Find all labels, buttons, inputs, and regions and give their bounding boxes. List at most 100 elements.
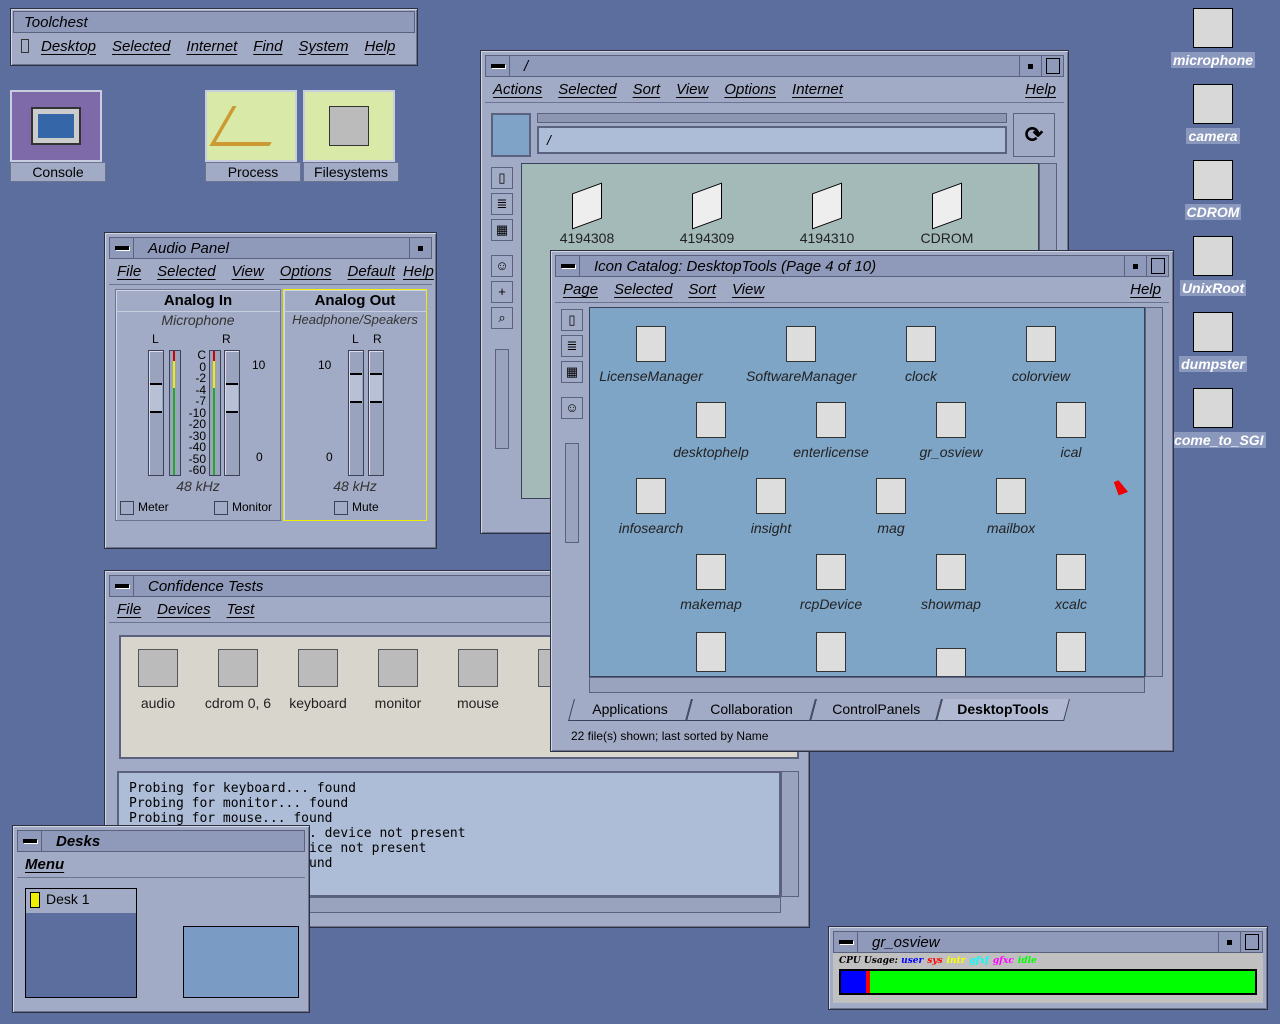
audio-titlebar[interactable]: Audio Panel [109, 237, 432, 259]
column-view-icon[interactable]: ▦ [491, 219, 513, 241]
minimize-button[interactable] [1218, 932, 1240, 952]
catalog-item-insight[interactable]: insight [716, 478, 826, 536]
menu-view[interactable]: View [232, 263, 264, 280]
analog-in-source[interactable]: Microphone [116, 312, 280, 328]
desktop-icon-console[interactable]: Console [10, 90, 106, 182]
open-folder-icon[interactable] [491, 113, 531, 157]
icon-view-icon[interactable]: ▯ [491, 167, 513, 189]
path-scrollbar[interactable] [537, 113, 1007, 123]
file-manager-titlebar[interactable]: / [485, 55, 1064, 77]
menu-selected[interactable]: Selected [157, 263, 215, 280]
refresh-icon[interactable]: ⟳ [1013, 113, 1055, 157]
window-menu-button[interactable] [834, 932, 858, 952]
catalog-item-enterlicense[interactable]: enterlicense [776, 402, 886, 460]
window-menu-button[interactable] [18, 831, 42, 851]
folder-item[interactable]: 4194308 [532, 182, 642, 246]
shrink-icon[interactable]: + [491, 281, 513, 303]
window-menu-button[interactable] [486, 56, 510, 76]
menu-actions[interactable]: Actions [493, 81, 542, 98]
catalog-item-mag[interactable]: mag [836, 478, 946, 536]
minimize-button[interactable] [1124, 256, 1146, 276]
menu-view[interactable]: View [732, 281, 764, 298]
menu-desktop[interactable]: Desktop [41, 38, 96, 55]
icon-view-icon[interactable]: ▯ [561, 309, 583, 331]
output-left-fader[interactable] [348, 350, 364, 476]
desktop-icon-cdrom[interactable]: CDROM [1158, 160, 1268, 220]
desktop-icon-elcome_to_sgi[interactable]: elcome_to_SGI [1158, 388, 1268, 448]
menu-find[interactable]: Find [253, 38, 282, 55]
catalog-titlebar[interactable]: Icon Catalog: DesktopTools (Page 4 of 10… [555, 255, 1169, 277]
menu-sort[interactable]: Sort [688, 281, 716, 298]
maximize-button[interactable] [1146, 256, 1168, 276]
desktop-icon-filesystems[interactable]: Filesystems [303, 90, 399, 182]
monitor-checkbox[interactable]: Monitor [214, 500, 272, 515]
menu-view[interactable]: View [676, 81, 708, 98]
desktop-icon-unixroot[interactable]: UnixRoot [1158, 236, 1268, 296]
menu-selected[interactable]: Selected [614, 281, 672, 298]
catalog-item-infosearch[interactable]: infosearch [596, 478, 706, 536]
tab-applications[interactable]: Applications [568, 699, 692, 721]
catalog-item-mailbox[interactable]: mailbox [956, 478, 1066, 536]
catalog-item-makemap[interactable]: makemap [656, 554, 766, 612]
list-view-icon[interactable]: ≣ [561, 335, 583, 357]
zoom-icon[interactable]: ⌕ [491, 307, 513, 329]
menu-internet[interactable]: Internet [792, 81, 843, 98]
menu-devices[interactable]: Devices [157, 601, 210, 618]
face-icon[interactable]: ☺ [561, 397, 583, 419]
menu-options[interactable]: Options [280, 263, 332, 280]
size-slider[interactable] [495, 349, 509, 449]
size-slider[interactable] [565, 443, 579, 543]
analog-out-destination[interactable]: Headphone/Speakers [284, 312, 426, 327]
catalog-item-xcalc[interactable]: xcalc [1016, 554, 1126, 612]
tab-collaboration[interactable]: Collaboration [686, 699, 816, 721]
catalog-item-licensemanager[interactable]: LicenseManager [596, 326, 706, 384]
menu-help[interactable]: Help [403, 263, 434, 280]
desks-menu[interactable]: Menu [25, 856, 64, 873]
maximize-button[interactable] [1240, 932, 1262, 952]
partial-icon[interactable] [936, 648, 966, 676]
desktop-icon-process[interactable]: Process [205, 90, 301, 182]
input-right-fader[interactable] [224, 350, 240, 476]
face-icon[interactable]: ☺ [491, 255, 513, 277]
catalog-item-colorview[interactable]: colorview [986, 326, 1096, 384]
minimize-button[interactable] [1019, 56, 1041, 76]
menu-system[interactable]: System [298, 38, 348, 55]
mute-checkbox[interactable]: Mute [334, 500, 379, 515]
menu-page[interactable]: Page [563, 281, 598, 298]
osview-titlebar[interactable]: gr_osview [833, 931, 1263, 953]
partial-icon[interactable] [1056, 632, 1086, 672]
menu-internet[interactable]: Internet [186, 38, 237, 55]
catalog-vertical-scrollbar[interactable] [1145, 307, 1163, 677]
partial-icon[interactable] [816, 632, 846, 672]
meter-checkbox[interactable]: Meter [120, 500, 169, 515]
desktop-icon-camera[interactable]: camera [1158, 84, 1268, 144]
window-menu-button[interactable] [556, 256, 580, 276]
menu-help[interactable]: Help [1025, 81, 1056, 98]
catalog-item-gr_osview[interactable]: gr_osview [896, 402, 1006, 460]
catalog-item-ical[interactable]: ical [1016, 402, 1126, 460]
menu-file[interactable]: File [117, 263, 141, 280]
menu-help[interactable]: Help [364, 38, 395, 55]
menu-options[interactable]: Options [724, 81, 776, 98]
tab-controlpanels[interactable]: ControlPanels [810, 699, 942, 721]
column-view-icon[interactable]: ▦ [561, 361, 583, 383]
maximize-button[interactable] [1041, 56, 1063, 76]
window-menu-button[interactable] [110, 238, 134, 258]
folder-item[interactable]: 4194310 [772, 182, 882, 246]
menu-selected[interactable]: Selected [112, 38, 170, 55]
desks-titlebar[interactable]: Desks [17, 830, 305, 852]
desktop-icon-dumpster[interactable]: dumpster [1158, 312, 1268, 372]
menu-selected[interactable]: Selected [558, 81, 616, 98]
input-left-fader[interactable] [148, 350, 164, 476]
desk-1-preview[interactable]: Desk 1 [25, 888, 137, 998]
partial-icon[interactable] [696, 632, 726, 672]
window-menu-button[interactable] [110, 576, 134, 596]
path-input[interactable]: / [537, 126, 1007, 154]
catalog-item-clock[interactable]: clock [866, 326, 976, 384]
folder-item[interactable]: 4194309 [652, 182, 762, 246]
menu-test[interactable]: Test [227, 601, 255, 618]
catalog-item-desktophelp[interactable]: desktophelp [656, 402, 766, 460]
log-vertical-scrollbar[interactable] [781, 771, 799, 897]
list-view-icon[interactable]: ≣ [491, 193, 513, 215]
desktop-icon-microphone[interactable]: microphone [1158, 8, 1268, 68]
